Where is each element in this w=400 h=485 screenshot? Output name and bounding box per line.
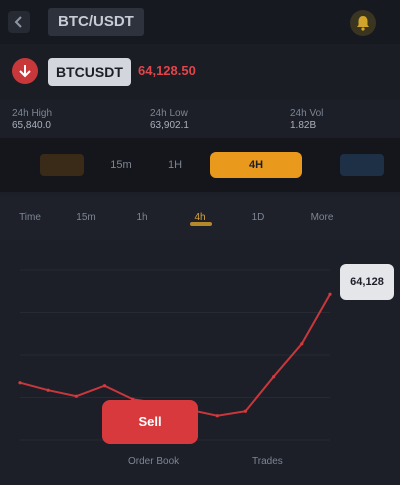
price-point [74, 394, 78, 398]
price-point [272, 375, 276, 379]
sell-button[interactable]: Sell [102, 400, 198, 444]
footer-label[interactable]: Trades [252, 456, 283, 467]
arrow-down-icon [19, 65, 31, 78]
price-point [300, 342, 304, 346]
price-point [102, 384, 107, 388]
coin-icon [12, 58, 38, 84]
page-title: BTC/USDT [48, 8, 144, 36]
back-button[interactable] [8, 11, 30, 33]
price-point [215, 414, 219, 418]
chart-tabs: Time 15m 1h 4h 1D More [0, 196, 400, 241]
price-point [46, 388, 50, 392]
pair-name[interactable]: BTCUSDT [48, 58, 131, 86]
tab-more[interactable]: More [300, 210, 344, 226]
timeframe-option[interactable]: 1H [150, 152, 200, 178]
chevron-left-icon [14, 16, 22, 28]
tab-1d[interactable]: 1D [236, 210, 280, 226]
stat-label: 24h High [12, 108, 53, 119]
timeframe-option-selected[interactable]: 4H [210, 152, 302, 178]
tf-left-indicator [40, 154, 84, 176]
price-point [328, 292, 332, 296]
tab-15m[interactable]: 15m [64, 210, 108, 226]
pair-header: BTCUSDT 64,128.50 [0, 44, 400, 100]
price-point [18, 381, 22, 385]
current-price-tag: 64,128 [340, 264, 394, 300]
tab-time[interactable]: Time [8, 210, 52, 226]
timeframe-selector: 15m 1H 4H [0, 138, 400, 192]
notification-button[interactable] [350, 10, 376, 36]
stat-value: 63,902.1 [150, 120, 189, 131]
timeframe-option[interactable]: 15m [96, 152, 146, 178]
stat-label: 24h Low [150, 108, 188, 119]
stats-row: 24h High 65,840.0 24h Low 63,902.1 24h V… [0, 100, 400, 136]
stat-value: 65,840.0 [12, 120, 51, 131]
footer-label[interactable]: Order Book [128, 456, 179, 467]
pair-price: 64,128.50 [138, 63, 196, 78]
tab-1h[interactable]: 1h [120, 210, 164, 226]
top-bar: BTC/USDT [0, 0, 400, 44]
stat-value: 1.82B [290, 120, 317, 131]
stat-label: 24h Vol [290, 108, 324, 119]
price-point [243, 409, 248, 413]
tf-right-indicator[interactable] [340, 154, 384, 176]
bell-icon [357, 16, 369, 31]
tab-underline [190, 222, 212, 226]
